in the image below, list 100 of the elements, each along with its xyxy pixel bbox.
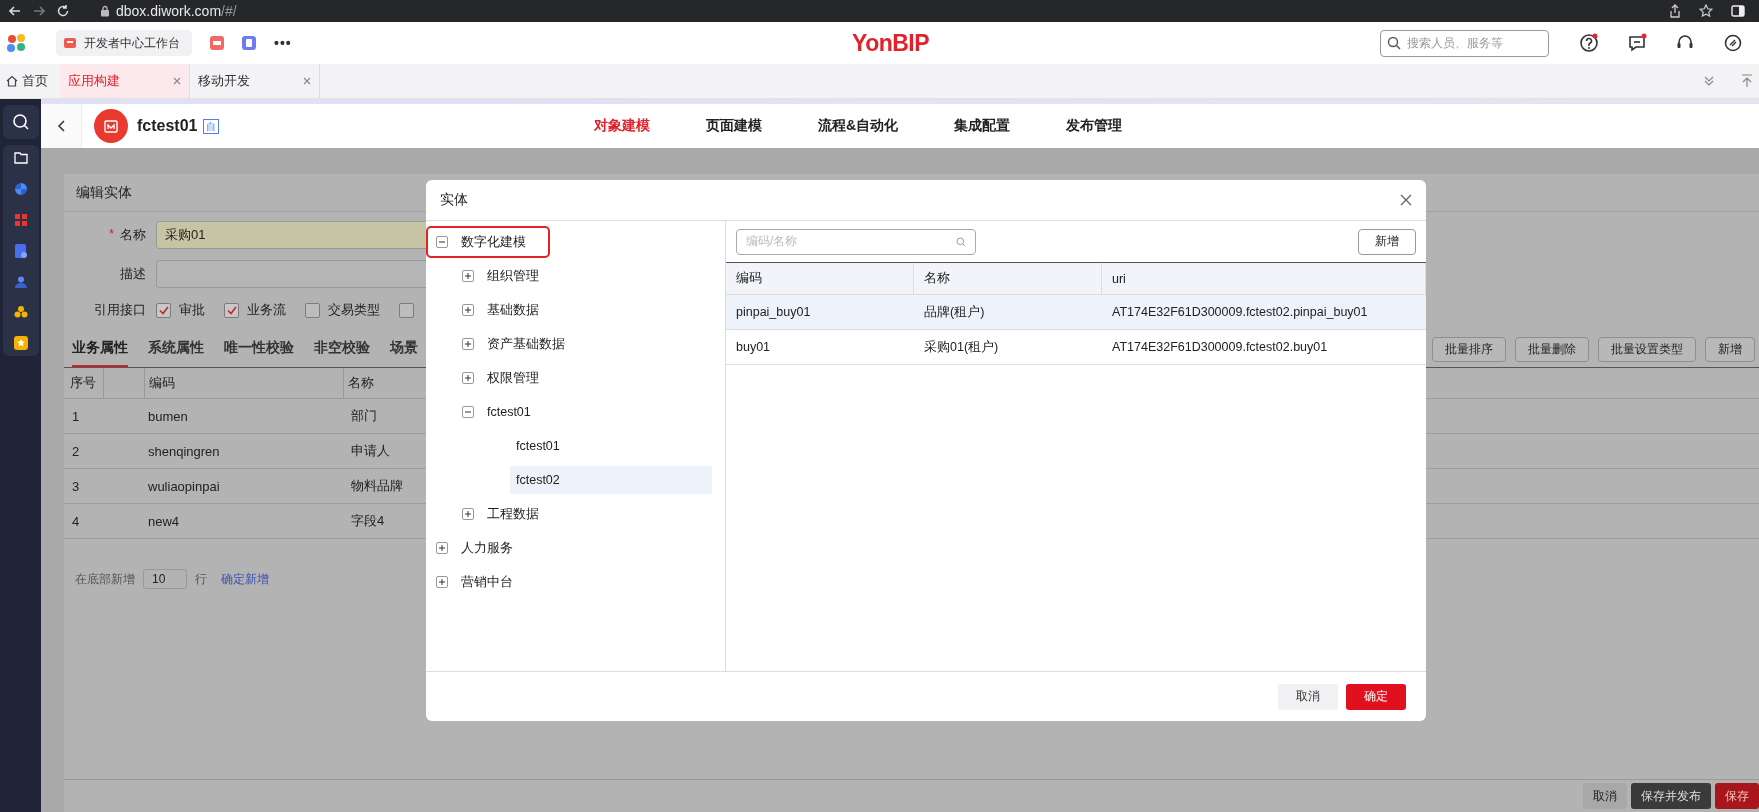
field-label: 描述: [120, 265, 146, 283]
app-icon[interactable]: [242, 36, 256, 50]
address-bar[interactable]: dbox.diwork.com/#/: [116, 3, 237, 19]
tree-node[interactable]: 营销中台: [436, 568, 513, 596]
tree-item[interactable]: fctest02: [510, 466, 712, 494]
document-icon[interactable]: [14, 244, 27, 258]
app-avatar-icon: [94, 109, 128, 143]
action-button[interactable]: 新增: [1705, 336, 1755, 362]
collapse-icon[interactable]: [462, 406, 474, 418]
forward-icon[interactable]: [32, 4, 46, 18]
tab[interactable]: 非空校验: [314, 331, 370, 367]
dialog-button[interactable]: 取消: [1278, 683, 1338, 710]
dialog-title: 实体: [440, 191, 468, 209]
table-cell-text: 1: [71, 408, 81, 424]
table-row[interactable]: buy01 采购01(租户) AT174E32F61D300009.fctest02.buy01: [726, 330, 1426, 365]
search-icon: [956, 236, 966, 247]
required-mark: *: [108, 226, 114, 243]
table-row[interactable]: pinpai_buy01 品牌(租户) AT174E32F61D300009.fctest02.pinpai_buy01: [726, 295, 1426, 330]
close-icon[interactable]: [1400, 194, 1412, 206]
tree-node[interactable]: 组织管理: [462, 262, 539, 290]
tab[interactable]: 唯一性校验: [224, 331, 294, 367]
pinwheel-icon[interactable]: [13, 182, 28, 196]
checkbox-label: 审批: [179, 301, 205, 319]
app-icon[interactable]: [210, 36, 224, 50]
dialog-button[interactable]: 确定: [1346, 683, 1406, 710]
star-icon[interactable]: [1699, 4, 1713, 18]
app-grid-icon[interactable]: [6, 33, 28, 53]
expand-icon[interactable]: [436, 576, 448, 588]
column-header: 编码: [145, 368, 344, 398]
table-cell-text: 2: [71, 443, 81, 459]
action-button[interactable]: 批量设置类型: [1598, 336, 1696, 362]
expand-icon[interactable]: [462, 270, 474, 282]
tree-node[interactable]: 数字化建模: [428, 228, 548, 256]
expand-icon[interactable]: [462, 304, 474, 316]
column-header: uri: [1102, 263, 1426, 294]
tree-item[interactable]: fctest01: [516, 432, 560, 460]
expand-icon[interactable]: [462, 372, 474, 384]
tree-node[interactable]: 权限管理: [462, 364, 539, 392]
back-icon: [57, 120, 65, 132]
search-icon[interactable]: [2, 105, 39, 139]
nav-tab[interactable]: 对象建模: [594, 117, 650, 135]
action-button[interactable]: 批量排序: [1432, 336, 1506, 362]
message-icon[interactable]: [1627, 33, 1647, 53]
chevron-double-down-icon[interactable]: [1703, 75, 1715, 87]
nav-tab[interactable]: 发布管理: [1066, 117, 1123, 135]
sidebar-icon[interactable]: [1731, 4, 1745, 18]
logo: YonBIP: [852, 30, 930, 57]
nav-tab[interactable]: 流程&自动化: [818, 117, 899, 135]
folder-icon[interactable]: [13, 151, 28, 164]
add-button[interactable]: 新增: [1358, 228, 1416, 255]
tab[interactable]: 业务属性: [72, 331, 128, 367]
confirm-add-link[interactable]: 确定新增: [221, 570, 269, 588]
more-button[interactable]: •••: [274, 35, 292, 51]
table-cell-text: new4: [147, 513, 181, 529]
tree-node[interactable]: fctest01: [462, 398, 531, 426]
reload-icon[interactable]: [56, 4, 70, 18]
home-tab[interactable]: 首页: [0, 64, 60, 98]
tree-node[interactable]: 人力服务: [436, 534, 513, 562]
row-count-field[interactable]: 10: [143, 569, 187, 589]
circles-icon[interactable]: [13, 306, 28, 318]
nav-tab[interactable]: 页面建模: [706, 117, 762, 135]
workspace-tab[interactable]: 开发者中心工作台: [56, 30, 192, 56]
close-icon[interactable]: [173, 77, 181, 85]
tree-node[interactable]: 资产基础数据: [462, 330, 565, 358]
tab[interactable]: 场景: [390, 331, 418, 367]
expand-icon[interactable]: [436, 542, 448, 554]
star-badge-icon[interactable]: [13, 336, 28, 350]
action-button[interactable]: 批量删除: [1515, 336, 1589, 362]
chat-icon[interactable]: [1723, 33, 1743, 53]
app-name: fctest01: [137, 117, 198, 135]
user-icon[interactable]: [14, 276, 27, 288]
checkbox[interactable]: [305, 302, 320, 318]
help-icon[interactable]: [1579, 33, 1599, 53]
nav-tab[interactable]: 集成配置: [954, 117, 1011, 135]
tab[interactable]: 系统属性: [148, 331, 204, 367]
close-icon[interactable]: [303, 77, 311, 85]
checkbox[interactable]: [399, 302, 414, 318]
footer-button[interactable]: 保存: [1715, 783, 1759, 809]
page-tab[interactable]: 移动开发: [190, 64, 320, 98]
collapse-icon[interactable]: [436, 236, 448, 248]
share-icon[interactable]: [1669, 4, 1681, 18]
table-cell-text: 品牌(租户): [923, 303, 986, 321]
column-header: 名称: [914, 263, 1102, 294]
dialog-title: 编辑实体: [76, 183, 132, 202]
table-cell-text: pinpai_buy01: [735, 304, 812, 321]
expand-icon[interactable]: [462, 338, 474, 350]
blocks-icon[interactable]: [14, 214, 27, 226]
footer-button[interactable]: 取消: [1583, 783, 1627, 809]
back-icon[interactable]: [8, 4, 22, 18]
tree-node[interactable]: 基础数据: [462, 296, 539, 324]
lock-icon: [100, 5, 110, 17]
expand-icon[interactable]: [462, 508, 474, 520]
checkbox[interactable]: [156, 302, 171, 318]
upload-icon[interactable]: [1741, 74, 1753, 88]
table-cell-text: 4: [71, 513, 81, 529]
footer-button[interactable]: 保存并发布: [1631, 783, 1711, 809]
home-icon: [6, 75, 18, 87]
checkbox[interactable]: [224, 302, 239, 318]
tree-node[interactable]: 工程数据: [462, 500, 539, 528]
page-tab[interactable]: 应用构建: [60, 64, 190, 98]
